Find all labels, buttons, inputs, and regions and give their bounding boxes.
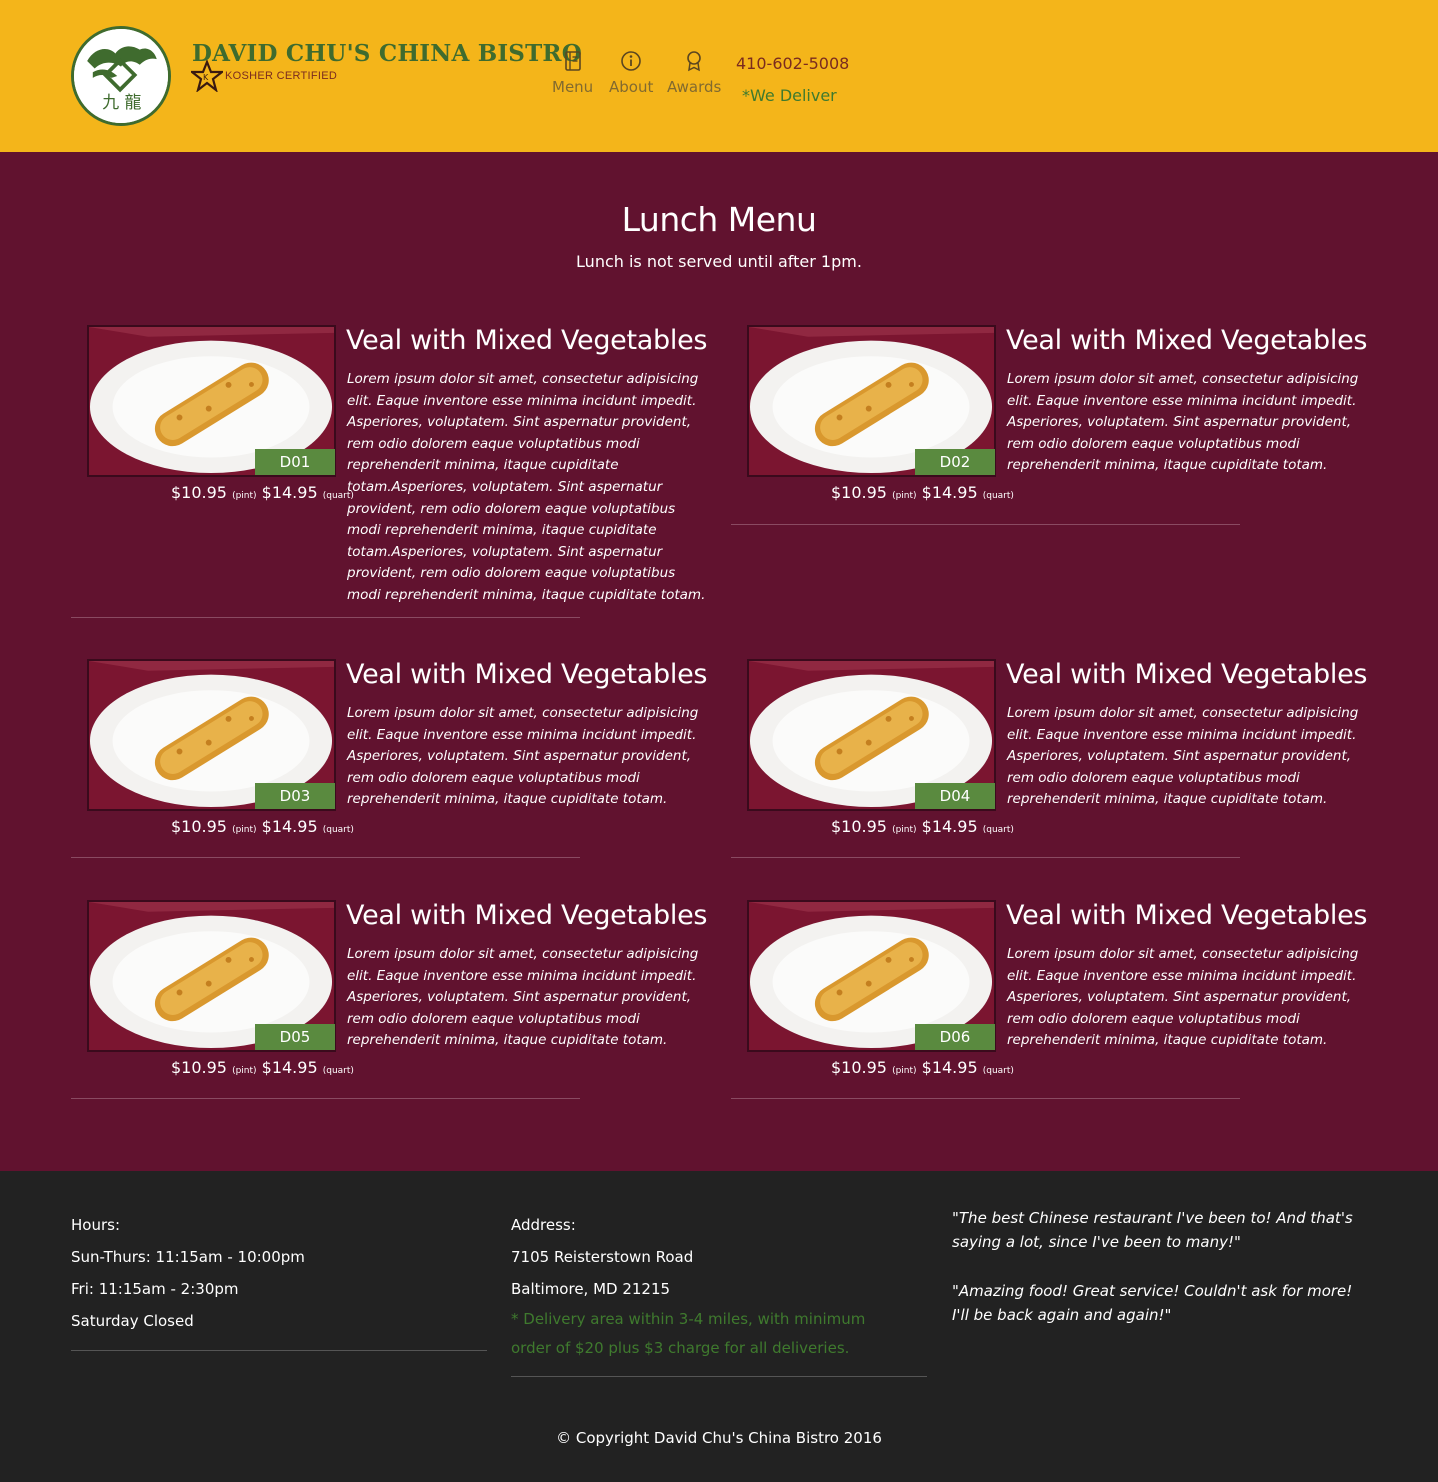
phone-number[interactable]: 410-602-5008 xyxy=(736,54,849,73)
pint-label: (pint) xyxy=(892,491,917,501)
dragon-logo-icon: 九 龍 xyxy=(74,29,168,123)
item-description: Lorem ipsum dolor sit amet, consectetur … xyxy=(347,705,699,808)
page-title: Lunch Menu xyxy=(621,200,817,239)
nav-awards[interactable]: Awards xyxy=(667,50,721,96)
item-description: Lorem ipsum dolor sit amet, consectetur … xyxy=(1007,371,1359,474)
hours-title: Hours: xyxy=(71,1216,120,1234)
nav-menu-label: Menu xyxy=(552,78,594,96)
price-quart: $14.95 xyxy=(261,1058,318,1077)
nav-about[interactable]: About xyxy=(609,50,653,96)
quart-label: (quart) xyxy=(322,1066,354,1076)
hours-line: Sun-Thurs: 11:15am - 10:00pm xyxy=(71,1248,305,1266)
item-divider xyxy=(731,857,1240,858)
pint-label: (pint) xyxy=(232,825,257,835)
item-divider xyxy=(731,524,1240,525)
site-footer: Hours: Sun-Thurs: 11:15am - 10:00pm Fri:… xyxy=(0,1171,1438,1482)
footer-divider xyxy=(511,1376,927,1377)
item-code-badge: D03 xyxy=(255,783,335,809)
we-deliver-label: *We Deliver xyxy=(742,86,837,105)
address-section: Address: 7105 Reisterstown Road Baltimor… xyxy=(511,1209,927,1363)
item-name: Veal with Mixed Vegetables xyxy=(1006,325,1368,356)
svg-text:K: K xyxy=(203,73,209,82)
pint-label: (pint) xyxy=(232,491,257,501)
item-code-badge: D02 xyxy=(915,449,995,475)
page-subtitle: Lunch is not served until after 1pm. xyxy=(576,252,862,271)
quart-label: (quart) xyxy=(982,825,1014,835)
copyright: © Copyright David Chu's China Bistro 201… xyxy=(556,1429,882,1447)
quart-label: (quart) xyxy=(982,1066,1014,1076)
item-name: Veal with Mixed Vegetables xyxy=(346,325,708,356)
book-icon xyxy=(564,51,581,71)
item-divider xyxy=(71,857,580,858)
brand-name[interactable]: DAVID CHU'S CHINA BISTRO xyxy=(192,40,582,67)
price-pint: $10.95 xyxy=(171,1058,227,1077)
item-price: $10.95 (pint) $14.95 (quart) xyxy=(831,483,1014,502)
pint-label: (pint) xyxy=(892,825,917,835)
logo[interactable]: 九 龍 xyxy=(71,26,171,126)
item-name: Veal with Mixed Vegetables xyxy=(1006,900,1368,931)
site-header: 九 龍 DAVID CHU'S CHINA BISTRO K KOSHER CE… xyxy=(0,0,1438,152)
quart-label: (quart) xyxy=(322,825,354,835)
item-description: Lorem ipsum dolor sit amet, consectetur … xyxy=(1007,946,1359,1049)
item-divider xyxy=(71,1098,580,1099)
kosher-star-icon: K xyxy=(191,60,223,92)
item-divider xyxy=(71,617,580,618)
item-code-badge: D05 xyxy=(255,1024,335,1050)
item-price: $10.95 (pint) $14.95 (quart) xyxy=(171,483,354,502)
item-price: $10.95 (pint) $14.95 (quart) xyxy=(171,1058,354,1077)
item-divider xyxy=(731,1098,1240,1099)
price-pint: $10.95 xyxy=(831,1058,887,1077)
address-title: Address: xyxy=(511,1216,576,1234)
info-icon xyxy=(621,51,641,71)
award-icon xyxy=(687,51,701,72)
price-quart: $14.95 xyxy=(921,817,978,836)
address-line: 7105 Reisterstown Road xyxy=(511,1248,694,1266)
testimonial-quote: "Amazing food! Great service! Couldn't a… xyxy=(952,1282,1353,1324)
item-description: Lorem ipsum dolor sit amet, consectetur … xyxy=(347,946,699,1049)
price-quart: $14.95 xyxy=(261,817,318,836)
price-quart: $14.95 xyxy=(921,1058,978,1077)
footer-divider xyxy=(71,1350,487,1351)
item-name: Veal with Mixed Vegetables xyxy=(346,900,708,931)
item-description: Lorem ipsum dolor sit amet, consectetur … xyxy=(347,371,706,603)
testimonial-quote: "The best Chinese restaurant I've been t… xyxy=(952,1209,1353,1251)
nav-about-label: About xyxy=(609,78,654,96)
quart-label: (quart) xyxy=(982,491,1014,501)
nav-awards-label: Awards xyxy=(667,78,722,96)
pint-label: (pint) xyxy=(892,1066,917,1076)
kosher-label: KOSHER CERTIFIED xyxy=(225,70,338,82)
item-price: $10.95 (pint) $14.95 (quart) xyxy=(831,817,1014,836)
price-pint: $10.95 xyxy=(831,483,887,502)
item-name: Veal with Mixed Vegetables xyxy=(346,659,708,690)
hours-line: Saturday Closed xyxy=(71,1312,194,1330)
item-price: $10.95 (pint) $14.95 (quart) xyxy=(831,1058,1014,1077)
delivery-note: * Delivery area within 3-4 miles, with m… xyxy=(511,1310,866,1357)
address-line: Baltimore, MD 21215 xyxy=(511,1280,671,1298)
item-description: Lorem ipsum dolor sit amet, consectetur … xyxy=(1007,705,1359,808)
svg-text:九 龍: 九 龍 xyxy=(102,92,141,112)
hours-line: Fri: 11:15am - 2:30pm xyxy=(71,1280,239,1298)
item-code-badge: D06 xyxy=(915,1024,995,1050)
price-quart: $14.95 xyxy=(921,483,978,502)
price-pint: $10.95 xyxy=(831,817,887,836)
item-price: $10.95 (pint) $14.95 (quart) xyxy=(171,817,354,836)
item-name: Veal with Mixed Vegetables xyxy=(1006,659,1368,690)
price-pint: $10.95 xyxy=(171,483,227,502)
item-code-badge: D01 xyxy=(255,449,335,475)
price-pint: $10.95 xyxy=(171,817,227,836)
pint-label: (pint) xyxy=(232,1066,257,1076)
price-quart: $14.95 xyxy=(261,483,318,502)
nav-menu[interactable]: Menu xyxy=(552,50,593,96)
hours-section: Hours: Sun-Thurs: 11:15am - 10:00pm Fri:… xyxy=(71,1209,487,1337)
item-code-badge: D04 xyxy=(915,783,995,809)
